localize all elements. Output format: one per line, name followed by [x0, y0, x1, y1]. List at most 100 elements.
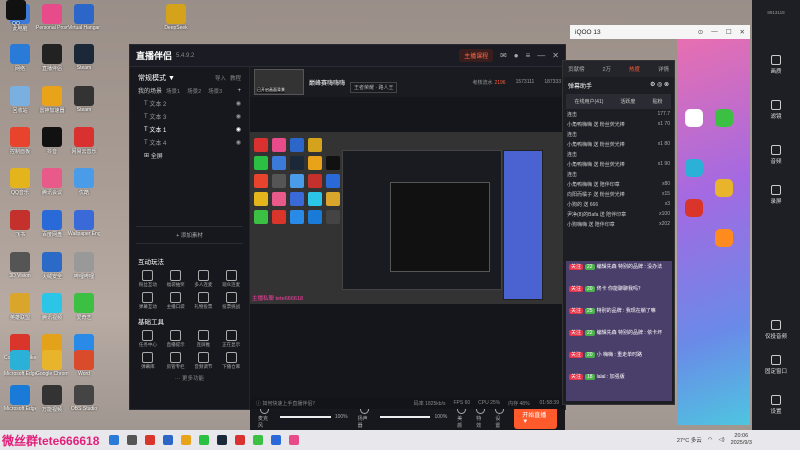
taskbar-app-icon[interactable]	[235, 435, 246, 445]
desktop-icon[interactable]: Virtual Hangar	[68, 4, 100, 42]
room-title[interactable]: 巅峰赛嗨嗨嗨	[309, 78, 345, 87]
desktop-icon[interactable]: 飞书	[4, 210, 36, 248]
phone-screen[interactable]	[677, 39, 750, 425]
feature-button[interactable]: 福袋抽奖	[162, 270, 190, 288]
desktop-icon[interactable]: 腾讯会议	[36, 168, 68, 206]
helper-tab[interactable]: 热度	[629, 65, 640, 73]
desktop-icon[interactable]: Microsoft Edge	[4, 385, 36, 423]
desktop-icon[interactable]: Word	[68, 350, 100, 388]
feature-button[interactable]: 任务中心	[134, 330, 162, 348]
feature-button[interactable]: 正在显示	[217, 330, 245, 348]
desktop-icon[interactable]: Wallpaper Engine	[68, 210, 100, 248]
desktop-icon[interactable]: Microsoft Edge	[4, 350, 36, 388]
taskbar-app-icon[interactable]	[289, 435, 300, 445]
desktop-icon[interactable]: 英雄联盟	[4, 293, 36, 331]
feature-button[interactable]: 音频调节	[190, 352, 218, 370]
more-functions-button[interactable]: ⋯ 更多功能	[130, 374, 249, 382]
eye-icon[interactable]: ◉	[236, 126, 241, 133]
room-category[interactable]: 王者荣耀 · 路人王	[350, 81, 398, 93]
tutorial-button[interactable]: 教程	[230, 74, 241, 82]
sidebar-item[interactable]: 滤镜	[752, 100, 800, 120]
room-cover[interactable]: 已开启画面背景	[254, 69, 304, 95]
desktop-icon[interactable]: Personal Proxy	[36, 4, 68, 42]
desktop-icon[interactable]: 哔哩哔哩	[68, 252, 100, 290]
phone-app-icon[interactable]	[715, 109, 733, 127]
taskbar-app-icon[interactable]	[199, 435, 210, 445]
sidebar-item[interactable]: 设置	[752, 395, 800, 415]
helper-tab[interactable]: 贡献榜	[568, 65, 585, 73]
desktop-icon[interactable]: 直播伴侣	[36, 44, 68, 82]
eye-icon[interactable]: ◉	[236, 139, 241, 146]
scene-mode-dropdown[interactable]: 常规模式 ▼	[138, 73, 175, 83]
desktop-icon[interactable]: QQ	[0, 0, 32, 38]
desktop-icon[interactable]: Steam	[68, 44, 100, 82]
sidebar-item[interactable]: 录屏	[752, 185, 800, 205]
close-icon[interactable]: ✕	[740, 28, 745, 36]
mic-volume-slider[interactable]	[279, 416, 331, 418]
desktop-icon[interactable]: 万能视频	[36, 385, 68, 423]
desktop-icon[interactable]: 控制面板	[4, 127, 36, 165]
desktop-icon[interactable]: 优酷	[68, 168, 100, 206]
pin-icon[interactable]: ⊙	[698, 28, 703, 36]
taskbar-app-icon[interactable]	[253, 435, 264, 445]
sidebar-item[interactable]: 画质	[752, 55, 800, 75]
maximize-icon[interactable]: ☐	[726, 28, 732, 36]
sidebar-item[interactable]: 仅投音频	[752, 320, 800, 340]
feature-button[interactable]: 观众连麦	[217, 270, 245, 288]
desktop-icon[interactable]: OBS Studio	[68, 385, 100, 423]
helper-tab[interactable]: 详情	[658, 65, 669, 73]
helper-subtab[interactable]: 活跃度	[620, 98, 635, 105]
feature-button[interactable]: 直播提示	[162, 330, 190, 348]
taskbar-app-icon[interactable]	[127, 435, 138, 445]
taskbar-app-icon[interactable]	[217, 435, 228, 445]
feature-button[interactable]: 房管专栏	[162, 352, 190, 370]
desktop-icon[interactable]: 雷神加速器	[36, 86, 68, 124]
taskbar-app-icon[interactable]	[163, 435, 174, 445]
close-icon[interactable]: ✕	[552, 51, 559, 60]
feature-button[interactable]: 主播口袋	[162, 292, 190, 310]
phone-app-icon[interactable]	[715, 229, 733, 247]
scene-source-item[interactable]: T 文本 3 ◉	[130, 110, 249, 123]
phone-app-icon[interactable]	[715, 179, 733, 197]
wifi-icon[interactable]: ◠	[708, 437, 713, 443]
menu-icon[interactable]: ≡	[526, 51, 531, 60]
eye-icon[interactable]: ◉	[236, 100, 241, 107]
helper-tab[interactable]: 2万	[602, 65, 611, 73]
sidebar-item[interactable]: 固定窗口	[752, 355, 800, 375]
scene-source-item[interactable]: T 文本 4 ◉	[130, 136, 249, 149]
minimize-icon[interactable]: —	[537, 51, 545, 60]
scene-tab-1[interactable]: 场景1	[166, 87, 180, 95]
minimize-icon[interactable]: —	[711, 28, 718, 36]
desktop-icon[interactable]: DeepSeek	[160, 4, 192, 42]
phone-app-icon[interactable]	[685, 159, 703, 177]
desktop-icon[interactable]: Google Chrome	[36, 350, 68, 388]
desktop-icon[interactable]: 抖音	[36, 127, 68, 165]
helper-subtab[interactable]: 贴粉	[652, 98, 662, 105]
scene-source-item[interactable]: T 文本 2 ◉	[130, 97, 249, 110]
sidebar-item[interactable]: 音频	[752, 145, 800, 165]
desktop-icon[interactable]: 回收站	[4, 86, 36, 124]
taskbar-app-icon[interactable]	[181, 435, 192, 445]
clock[interactable]: 20:06 2025/9/3	[731, 433, 752, 446]
anchor-course-button[interactable]: 主播课程	[459, 49, 494, 62]
phone-app-icon[interactable]	[685, 109, 703, 127]
desktop-icon[interactable]: 腾讯视频	[36, 293, 68, 331]
feature-button[interactable]: 投票挑战	[217, 292, 245, 310]
desktop-icon[interactable]: Steam	[68, 86, 100, 124]
quickstart-tip[interactable]: ⓘ 如何快速上手直播伴侣？	[256, 400, 317, 407]
desktop-icon[interactable]: 火绒安全	[36, 252, 68, 290]
eye-icon[interactable]: ◉	[236, 113, 241, 120]
weather[interactable]: 27°C 多云	[677, 436, 702, 444]
feature-button[interactable]: 弹幕互动	[134, 292, 162, 310]
taskbar-app-icon[interactable]	[145, 435, 156, 445]
desktop-icon[interactable]: 爱奇艺	[68, 293, 100, 331]
feature-button[interactable]: 下播仓库	[217, 352, 245, 370]
phone-app-icon[interactable]	[685, 199, 703, 217]
mail-icon[interactable]: ✉	[500, 51, 507, 60]
fullscreen-item[interactable]: 全屏	[151, 151, 163, 160]
taskbar-app-icon[interactable]	[271, 435, 282, 445]
taskbar-app-icon[interactable]	[109, 435, 120, 445]
feature-button[interactable]: 弹幕库	[134, 352, 162, 370]
add-scene-icon[interactable]: +	[237, 88, 241, 94]
feature-button[interactable]: 多人连麦	[190, 270, 218, 288]
